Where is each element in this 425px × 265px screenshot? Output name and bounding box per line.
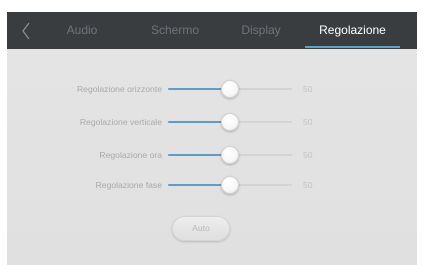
tab-audio[interactable]: Audio <box>52 12 112 49</box>
slider-value: 50 <box>303 150 313 160</box>
tab-display[interactable]: Display <box>231 12 291 49</box>
auto-button[interactable]: Auto <box>172 216 230 241</box>
slider-label: Regolazione ora <box>99 150 162 160</box>
slider-thumb[interactable] <box>221 146 239 164</box>
slider-thumb[interactable] <box>221 80 239 98</box>
slider-row-clock: Regolazione ora 50 <box>7 143 417 167</box>
slider-label: Regolazione orizzonte <box>76 84 162 94</box>
chevron-left-icon <box>22 22 30 40</box>
back-button[interactable] <box>17 20 35 42</box>
active-tab-indicator <box>305 46 400 48</box>
slider-value: 50 <box>303 180 313 190</box>
slider-label: Regolazione fase <box>95 180 162 190</box>
settings-window: Audio Schermo Display Regolazione Regola… <box>7 12 417 265</box>
tab-bar: Audio Schermo Display Regolazione <box>7 12 417 49</box>
clock-slider[interactable] <box>168 143 292 167</box>
slider-value: 50 <box>303 84 313 94</box>
tab-schermo[interactable]: Schermo <box>140 12 210 49</box>
slider-value: 50 <box>303 117 313 127</box>
slider-thumb[interactable] <box>221 113 239 131</box>
slider-row-vertical: Regolazione verticale 50 <box>7 110 417 134</box>
slider-label: Regolazione verticale <box>79 117 162 127</box>
slider-row-horizontal: Regolazione orizzonte 50 <box>7 77 417 101</box>
slider-thumb[interactable] <box>221 176 239 194</box>
phase-slider[interactable] <box>168 173 292 197</box>
vertical-slider[interactable] <box>168 110 292 134</box>
slider-row-phase: Regolazione fase 50 <box>7 173 417 197</box>
adjustment-panel: Regolazione orizzonte 50 Regolazione ver… <box>7 49 417 265</box>
horizontal-slider[interactable] <box>168 77 292 101</box>
tab-regolazione[interactable]: Regolazione <box>305 12 400 49</box>
